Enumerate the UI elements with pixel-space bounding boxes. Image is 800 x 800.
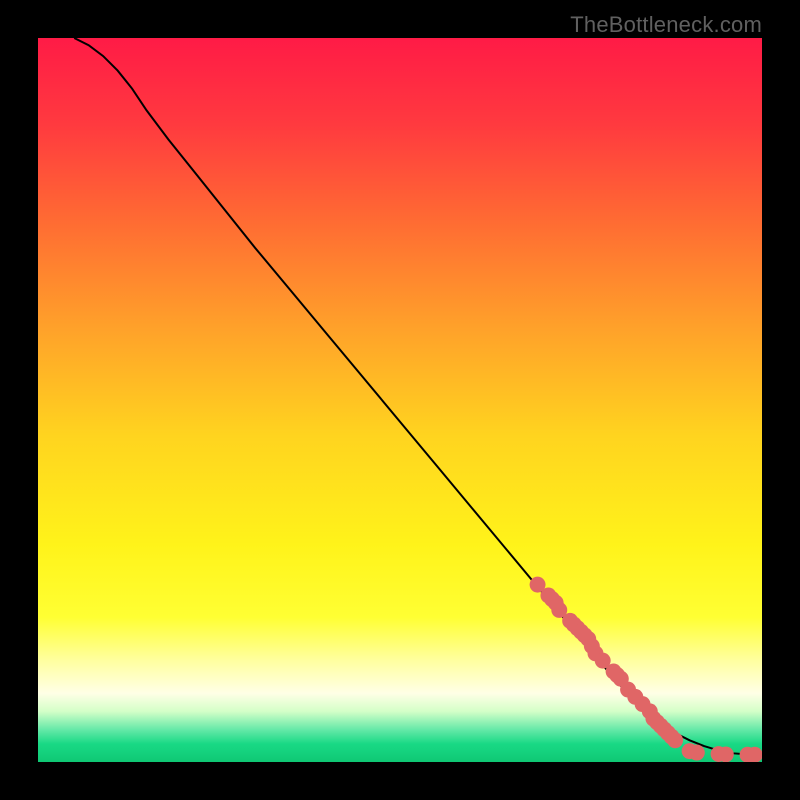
scatter-point <box>718 746 734 762</box>
plot-area <box>38 38 762 762</box>
chart-frame: TheBottleneck.com <box>0 0 800 800</box>
scatter-point <box>689 745 705 761</box>
scatter-point <box>667 732 683 748</box>
watermark-text: TheBottleneck.com <box>570 12 762 38</box>
gradient-background <box>38 38 762 762</box>
bottleneck-chart <box>38 38 762 762</box>
